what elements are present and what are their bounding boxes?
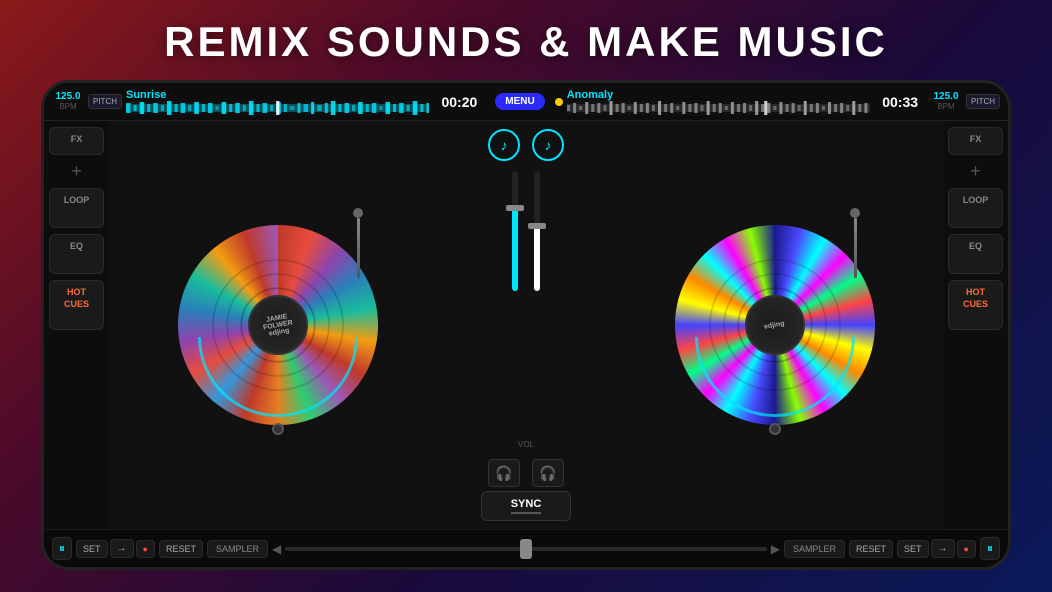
right-fader-handle[interactable] [528,223,546,229]
right-fader-track[interactable] [534,171,540,291]
right-add-button[interactable]: + [970,161,981,182]
menu-button[interactable]: MENU [495,93,544,110]
right-waveform [567,101,870,115]
left-eq-button[interactable]: EQ [49,234,104,274]
right-needle-head [850,208,860,218]
left-loop-button[interactable]: LOOP [49,188,104,228]
left-add-button[interactable]: + [71,161,82,182]
left-dot-indicator [272,423,284,435]
status-dot [555,98,563,106]
right-track-name: Anomaly [567,89,870,101]
left-vinyl-label: JAMIE FOLWER edjing [261,312,294,338]
right-turntable-section: edjing [606,121,943,529]
right-side-panel: FX + LOOP EQ HOTCUES [943,121,1008,529]
left-track-info: Sunrise [126,89,429,115]
crossfader-area: 🎧 🎧 SYNC [446,459,606,521]
right-set-group: SET → ● [897,539,976,558]
right-headphone-button[interactable]: 🎧 [532,459,564,487]
right-rec-dot[interactable]: ● [957,540,976,558]
right-track-info: Anomaly [567,89,870,115]
left-needle-arm [357,218,360,278]
right-set-button[interactable]: SET [897,540,929,558]
left-fader-fill [512,207,518,291]
left-headphone-button[interactable]: 🎧 [488,459,520,487]
left-turntable-wrapper[interactable]: JAMIE FOLWER edjing [178,225,378,425]
left-bpm-label: BPM [59,102,76,111]
fader-row [512,171,540,432]
left-turntable-section: JAMIE FOLWER edjing [109,121,446,529]
right-vinyl-label: edjing [764,320,786,330]
left-rec-dot[interactable]: ● [136,540,155,558]
top-bar: 125.0 BPM PITCH Sunrise [44,83,1008,121]
left-fader-handle[interactable] [506,205,524,211]
left-fader-track[interactable] [512,171,518,291]
right-pitch-button[interactable]: PITCH [966,94,1000,109]
pitch-thumb[interactable] [520,539,532,559]
pitch-slider-area: ◀ ▶ [272,542,780,556]
right-sampler-button[interactable]: SAMPLER [784,540,845,558]
left-bpm-block: 125.0 BPM [52,92,84,111]
pitch-left-arrow[interactable]: ◀ [272,542,281,556]
right-needle [840,210,870,290]
left-side-panel: FX + LOOP EQ HOTCUES [44,121,109,529]
right-music-icon[interactable]: ♪ [532,129,564,161]
deck-area: FX + LOOP EQ HOTCUES JAMIE FOLWE [44,121,1008,529]
right-arrow-button[interactable]: → [931,539,955,558]
left-track-name: Sunrise [126,89,429,101]
left-arrow-button[interactable]: → [110,539,134,558]
left-hot-cues-button[interactable]: HOTCUES [49,280,104,330]
mixer-section: ♪ ♪ VOL [446,121,606,529]
mixer-icons-row: ♪ ♪ [488,129,564,161]
right-play-button[interactable]: ⏸ [980,537,1000,560]
left-play-button[interactable]: ⏸ [52,537,72,560]
right-bpm-number: 125.0 [934,92,959,102]
right-dot-indicator [769,423,781,435]
left-music-icon[interactable]: ♪ [488,129,520,161]
pitch-track[interactable] [285,547,767,551]
right-fx-button[interactable]: FX [948,127,1003,155]
pitch-right-arrow[interactable]: ▶ [771,542,780,556]
right-loop-button[interactable]: LOOP [948,188,1003,228]
left-fx-button[interactable]: FX [49,127,104,155]
right-time: 00:33 [874,94,926,110]
left-needle [343,210,373,290]
left-needle-head [353,208,363,218]
left-set-button[interactable]: SET [76,540,108,558]
left-set-group: SET → ● [76,539,155,558]
right-fader-fill [534,225,540,291]
transport-bar: ⏸ SET → ● RESET SAMPLER ◀ ▶ SAMPLER RESE… [44,529,1008,567]
left-time: 00:20 [433,94,485,110]
device-frame: 125.0 BPM PITCH Sunrise [41,80,1011,570]
right-eq-button[interactable]: EQ [948,234,1003,274]
right-turntable-wrapper[interactable]: edjing [675,225,875,425]
headline: REMIX SOUNDS & MAKE MUSIC [164,0,888,80]
left-sampler-button[interactable]: SAMPLER [207,540,268,558]
right-bpm-block: 125.0 BPM [930,92,962,111]
left-fader-channel [512,171,518,291]
right-reset-button[interactable]: RESET [849,540,893,558]
headphone-row: 🎧 🎧 [488,459,564,487]
sync-line [511,512,541,514]
left-waveform [126,101,429,115]
right-hot-cues-button[interactable]: HOTCUES [948,280,1003,330]
left-pitch-button[interactable]: PITCH [88,94,122,109]
vol-label: VOL [518,440,534,449]
sync-button[interactable]: SYNC [481,491,571,521]
right-needle-arm [854,218,857,278]
left-reset-button[interactable]: RESET [159,540,203,558]
right-bpm-label: BPM [937,102,954,111]
right-fader-channel [534,171,540,291]
left-bpm-number: 125.0 [55,92,80,102]
